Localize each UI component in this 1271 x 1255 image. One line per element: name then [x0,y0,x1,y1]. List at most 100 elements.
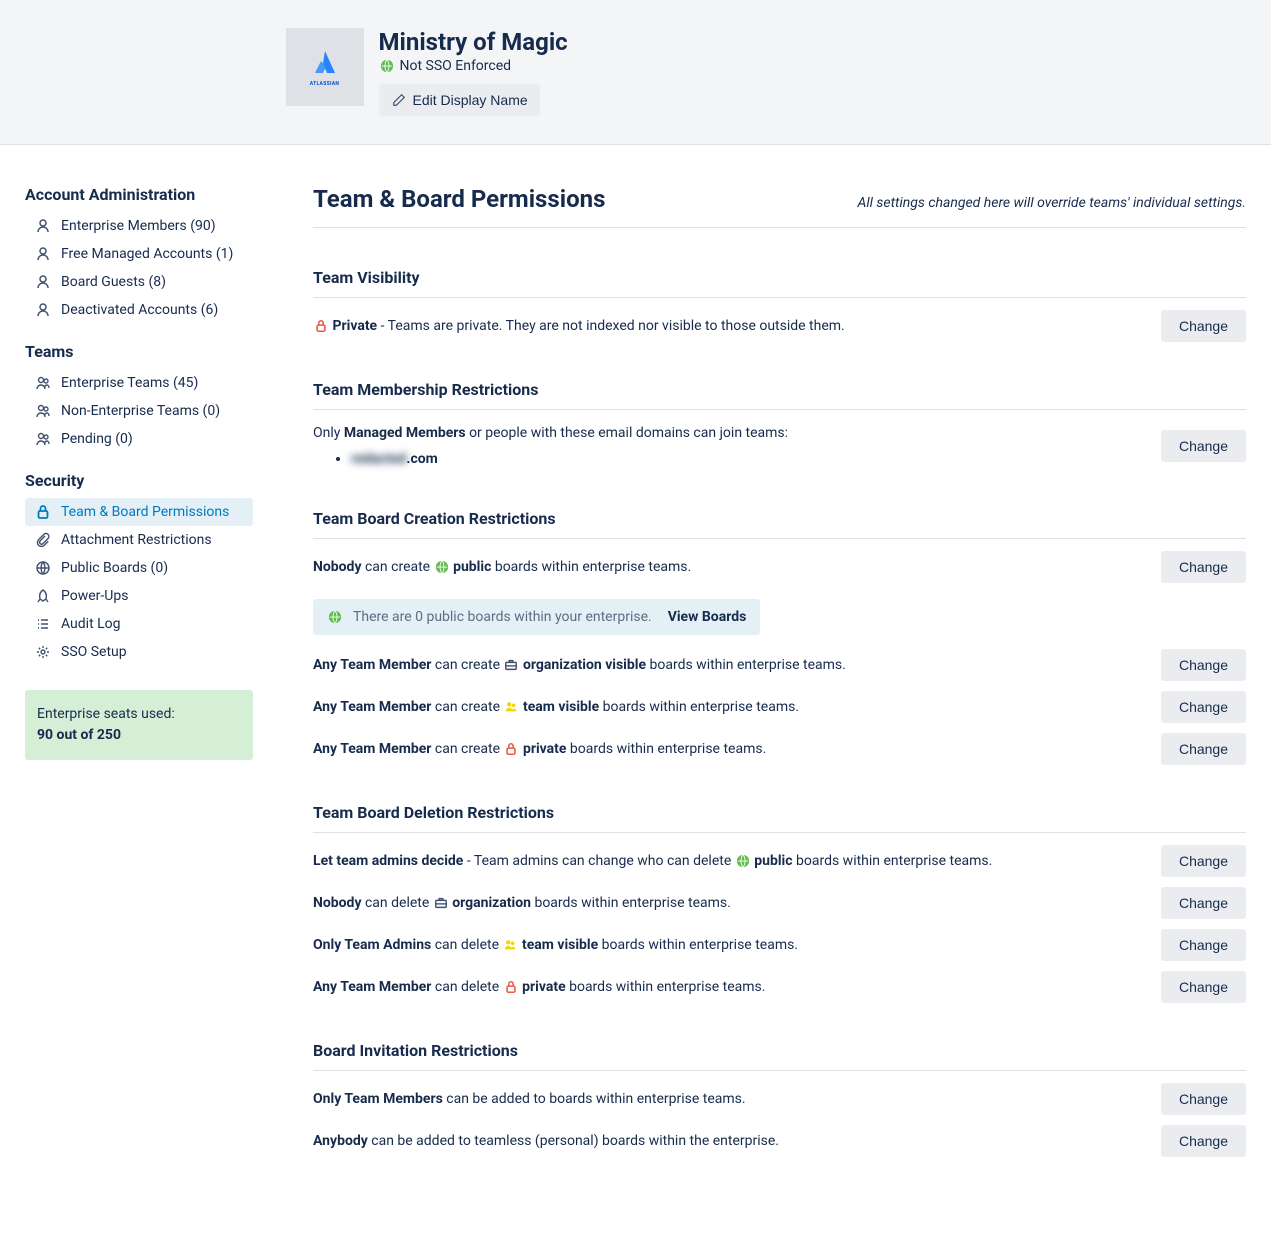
tail: boards within enterprise teams. [599,699,799,715]
sidebar-section-security-title: Security [25,471,253,490]
verb: can create [431,657,503,673]
who: Any Team Member [313,979,431,995]
sidebar-item-pending[interactable]: Pending (0) [25,425,253,453]
deletion-team-text: Only Team Admins can delete team visible… [313,934,1141,956]
lock-icon [504,980,518,994]
sidebar-item-deactivated-accounts[interactable]: Deactivated Accounts (6) [25,296,253,324]
creation-team-text: Any Team Member can create team visible … [313,696,1141,718]
sidebar-item-audit-log[interactable]: Audit Log [25,610,253,638]
verb: can delete [362,895,433,911]
who: Let team admins decide [313,853,463,869]
briefcase-icon [504,658,518,672]
seats-value: 90 out of 250 [37,725,241,746]
change-button[interactable]: Change [1161,1125,1246,1157]
deletion-public-text: Let team admins decide - Team admins can… [313,850,1141,872]
sidebar-item-board-guests[interactable]: Board Guests (8) [25,268,253,296]
sidebar-label: Pending (0) [61,431,133,447]
change-button[interactable]: Change [1161,430,1246,462]
public-boards-info: There are 0 public boards within your en… [313,599,760,635]
change-button[interactable]: Change [1161,691,1246,723]
sidebar-item-non-enterprise-teams[interactable]: Non-Enterprise Teams (0) [25,397,253,425]
change-button[interactable]: Change [1161,733,1246,765]
verb: can delete [431,937,502,953]
sidebar-item-attachment-restrictions[interactable]: Attachment Restrictions [25,526,253,554]
verb: can create [362,559,434,575]
globe-icon [435,560,449,574]
membership-setting-text: Only Managed Members or people with thes… [313,422,1141,471]
sidebar-item-power-ups[interactable]: Power-Ups [25,582,253,610]
creation-public-text: Nobody can create public boards within e… [313,556,1141,578]
change-button[interactable]: Change [1161,887,1246,919]
change-button[interactable]: Change [1161,971,1246,1003]
tail: boards within enterprise teams. [566,741,766,757]
group-icon [504,700,518,714]
header: ATLASSIAN Ministry of Magic Not SSO Enfo… [0,0,1271,145]
text: Managed Members [344,425,466,441]
section-heading: Team Membership Restrictions [313,380,1246,410]
org-name: Ministry of Magic [379,28,568,56]
seats-label: Enterprise seats used: [37,704,241,725]
text: or people with these email domains can j… [466,425,788,441]
org-logo: ATLASSIAN [286,28,364,106]
tail: boards within enterprise teams. [598,937,798,953]
sidebar-item-team-board-permissions[interactable]: Team & Board Permissions [25,498,253,526]
section-heading: Board Invitation Restrictions [313,1041,1246,1071]
sidebar-label: Enterprise Members (90) [61,218,216,234]
domain-suffix: .com [406,451,437,467]
globe-icon [328,610,342,624]
change-button[interactable]: Change [1161,845,1246,877]
change-button[interactable]: Change [1161,310,1246,342]
invitation-teamless-text: Anybody can be added to teamless (person… [313,1130,1141,1152]
section-heading: Team Board Deletion Restrictions [313,803,1246,833]
section-heading: Team Board Creation Restrictions [313,509,1246,539]
who: Only Team Members [313,1091,443,1107]
who: Only Team Admins [313,937,431,953]
lock-icon [314,319,328,333]
change-button[interactable]: Change [1161,551,1246,583]
section-board-invitation: Board Invitation Restrictions Only Team … [313,1041,1246,1157]
invitation-team-text: Only Team Members can be added to boards… [313,1088,1141,1110]
globe-icon [380,59,394,73]
text: Only [313,425,344,441]
pencil-icon [392,93,406,107]
who: Anybody [313,1133,368,1149]
visibility-kind: Private [332,318,377,334]
kind: private [522,979,565,995]
globe-icon [736,854,750,868]
change-button[interactable]: Change [1161,1083,1246,1115]
sidebar-label: Free Managed Accounts (1) [61,246,233,262]
sidebar-item-sso-setup[interactable]: SSO Setup [25,638,253,666]
change-button[interactable]: Change [1161,649,1246,681]
kind: organization [452,895,531,911]
tail: boards within enterprise teams. [646,657,846,673]
briefcase-icon [434,896,448,910]
edit-display-name-button[interactable]: Edit Display Name [379,84,540,116]
sidebar-item-enterprise-members[interactable]: Enterprise Members (90) [25,212,253,240]
change-button[interactable]: Change [1161,929,1246,961]
sidebar-item-public-boards[interactable]: Public Boards (0) [25,554,253,582]
tail: boards within enterprise teams. [566,979,766,995]
page-subtitle: All settings changed here will override … [858,195,1247,211]
who: Any Team Member [313,699,431,715]
sidebar-label: Audit Log [61,616,121,632]
sidebar-label: Public Boards (0) [61,560,168,576]
enterprise-seats-box: Enterprise seats used: 90 out of 250 [25,690,253,760]
sso-status-text: Not SSO Enforced [400,58,512,74]
who: Any Team Member [313,741,431,757]
sidebar-item-enterprise-teams[interactable]: Enterprise Teams (45) [25,369,253,397]
verb: can create [431,741,503,757]
kind: private [523,741,566,757]
sidebar-item-free-managed-accounts[interactable]: Free Managed Accounts (1) [25,240,253,268]
tail: can be added to teamless (personal) boar… [368,1133,779,1149]
domain-blurred: redacted [351,451,406,467]
sso-status: Not SSO Enforced [379,58,568,74]
sidebar-label: Power-Ups [61,588,128,604]
page-title: Team & Board Permissions [313,185,605,213]
who: Nobody [313,895,362,911]
visibility-desc: - Teams are private. They are not indexe… [377,318,845,334]
view-boards-link[interactable]: View Boards [668,609,747,625]
section-team-visibility: Team Visibility Private - Teams are priv… [313,268,1246,342]
visibility-setting-text: Private - Teams are private. They are no… [313,315,1141,337]
info-text: There are 0 public boards within your en… [353,609,652,625]
domain-item: redacted.com [351,448,1141,470]
